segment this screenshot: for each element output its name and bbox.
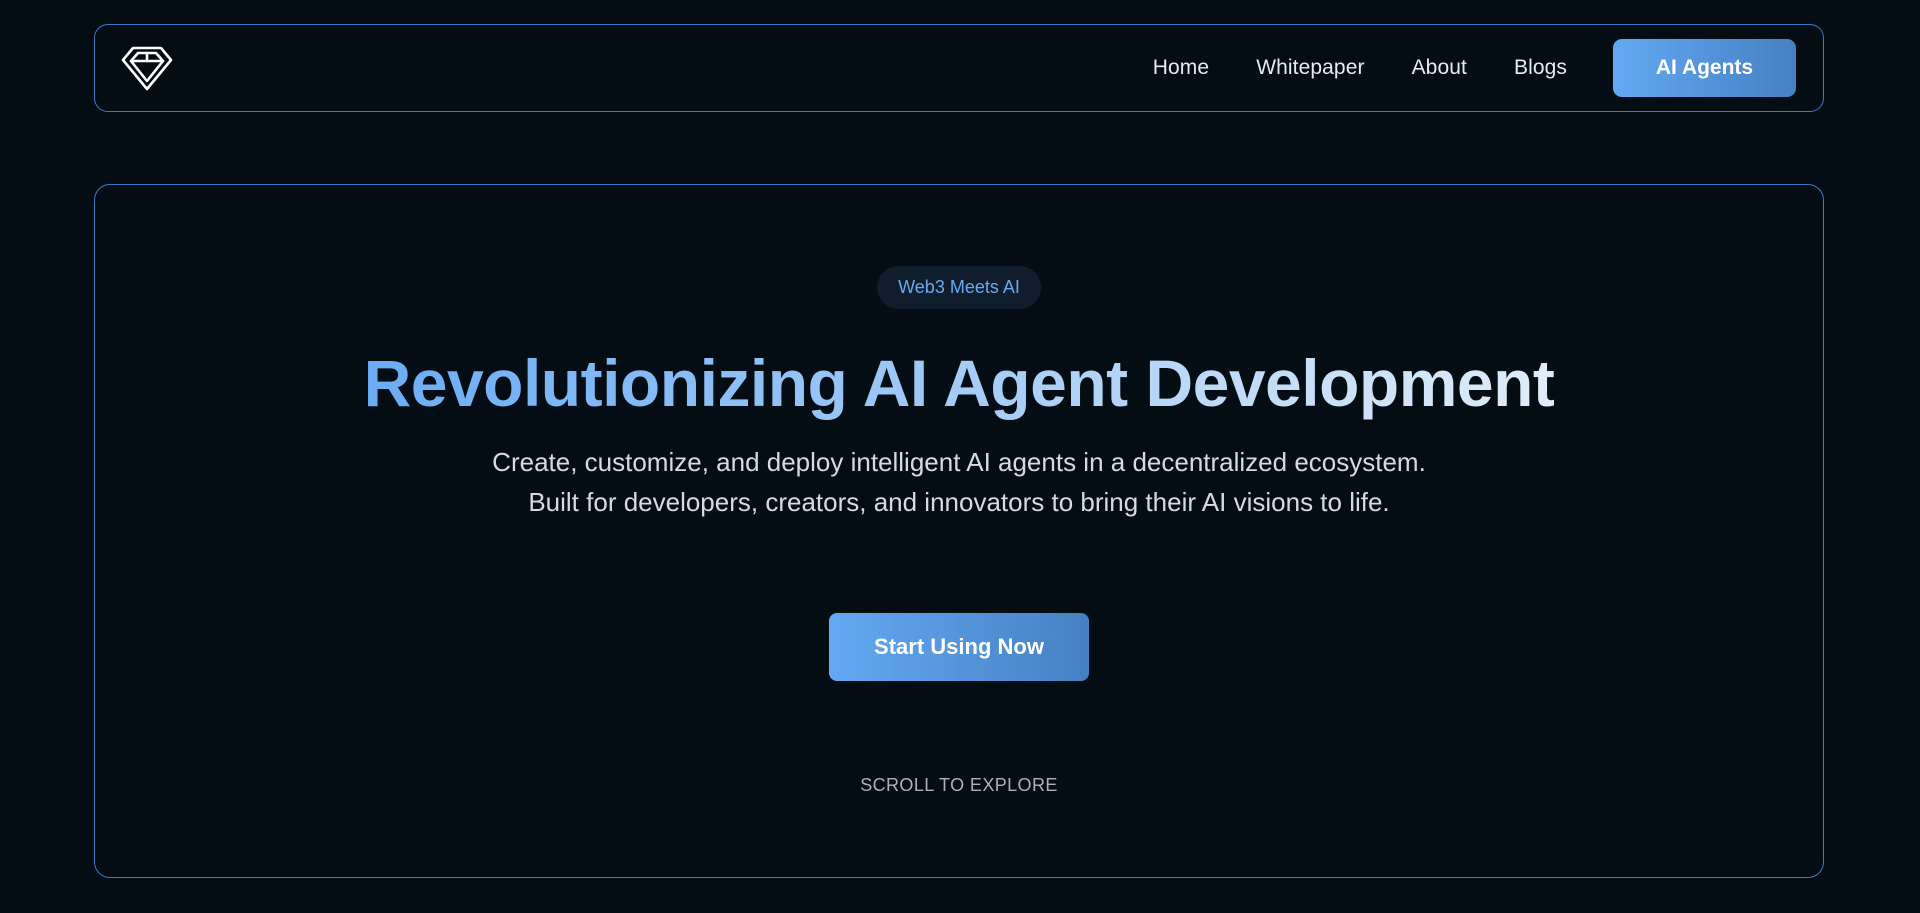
scroll-hint[interactable]: SCROLL TO EXPLORE bbox=[95, 775, 1823, 796]
hero-headline-text: Revolutionizing AI Agent Development bbox=[363, 346, 1555, 420]
hero-badge: Web3 Meets AI bbox=[877, 266, 1041, 309]
hero-headline: Revolutionizing AI Agent Development bbox=[95, 341, 1823, 425]
ai-agents-button[interactable]: AI Agents bbox=[1613, 39, 1796, 97]
diamond-logo-icon[interactable] bbox=[121, 45, 173, 91]
hero-section: Web3 Meets AI Revolutionizing AI Agent D… bbox=[94, 184, 1824, 878]
nav-link-about[interactable]: About bbox=[1412, 56, 1467, 80]
hero-description: Create, customize, and deploy intelligen… bbox=[492, 447, 1426, 517]
start-using-now-button[interactable]: Start Using Now bbox=[829, 613, 1089, 681]
nav-link-blogs[interactable]: Blogs bbox=[1514, 56, 1567, 80]
nav-link-whitepaper[interactable]: Whitepaper bbox=[1256, 56, 1364, 80]
top-navbar: Home Whitepaper About Blogs AI Agents bbox=[94, 24, 1824, 112]
nav-links: Home Whitepaper About Blogs AI Agents bbox=[1153, 39, 1796, 97]
nav-link-home[interactable]: Home bbox=[1153, 56, 1209, 80]
